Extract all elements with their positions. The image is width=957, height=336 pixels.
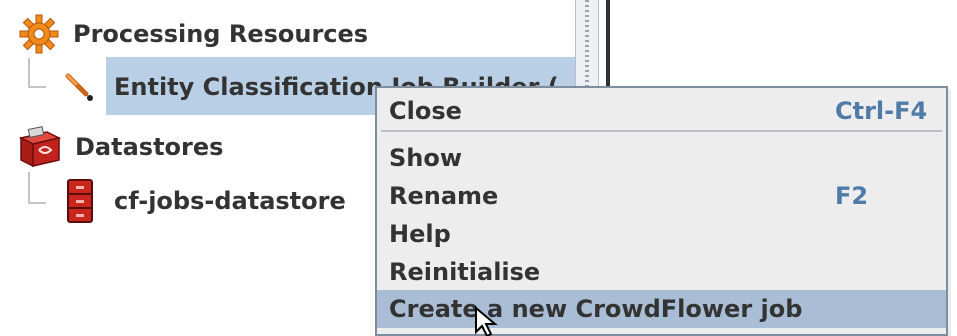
menu-item-create-crowdflower-job[interactable]: Create a new CrowdFlower job [377, 290, 946, 328]
panel-divider [606, 0, 610, 90]
splitter-grip [585, 0, 589, 90]
menu-item-rename-accelerator: F2 [835, 182, 869, 210]
menu-item-create-crowdflower-job-label: Create a new CrowdFlower job [389, 295, 803, 323]
tree-connector [28, 58, 46, 88]
tree-label-datastores: Datastores [75, 133, 224, 161]
mouse-cursor-icon [475, 306, 498, 336]
context-menu: Close Ctrl-F4 Show Rename F2 Help Reinit… [375, 86, 948, 336]
menu-item-close[interactable]: Close Ctrl-F4 [377, 92, 946, 130]
menu-item-rename-label: Rename [389, 182, 499, 210]
tree-node-processing-resources[interactable]: Processing Resources [17, 14, 368, 54]
tree-label-processing-resources: Processing Resources [73, 20, 369, 48]
wrench-icon [62, 70, 96, 104]
menu-item-reinitialise[interactable]: Reinitialise [377, 253, 946, 291]
menu-item-close-accelerator: Ctrl-F4 [835, 97, 928, 125]
menu-item-reinitialise-label: Reinitialise [389, 258, 541, 286]
menu-separator [381, 130, 942, 132]
tree-node-datastores[interactable]: Datastores [17, 126, 223, 168]
tree-label-cf-jobs-datastore: cf-jobs-datastore [114, 187, 346, 215]
file-cabinet-icon [62, 178, 102, 224]
splitter-handle[interactable] [575, 0, 599, 90]
menu-item-show[interactable]: Show [377, 139, 946, 177]
menu-item-rename[interactable]: Rename F2 [377, 177, 946, 215]
tree-node-cf-jobs-datastore[interactable]: cf-jobs-datastore [62, 178, 346, 224]
menu-item-close-label: Close [389, 97, 462, 125]
menu-item-help-label: Help [389, 220, 451, 248]
tree-connector [28, 172, 46, 204]
gear-icon [17, 14, 63, 54]
menu-item-help[interactable]: Help [377, 215, 946, 253]
menu-item-show-label: Show [389, 144, 463, 172]
datastore-box-icon [17, 126, 63, 168]
